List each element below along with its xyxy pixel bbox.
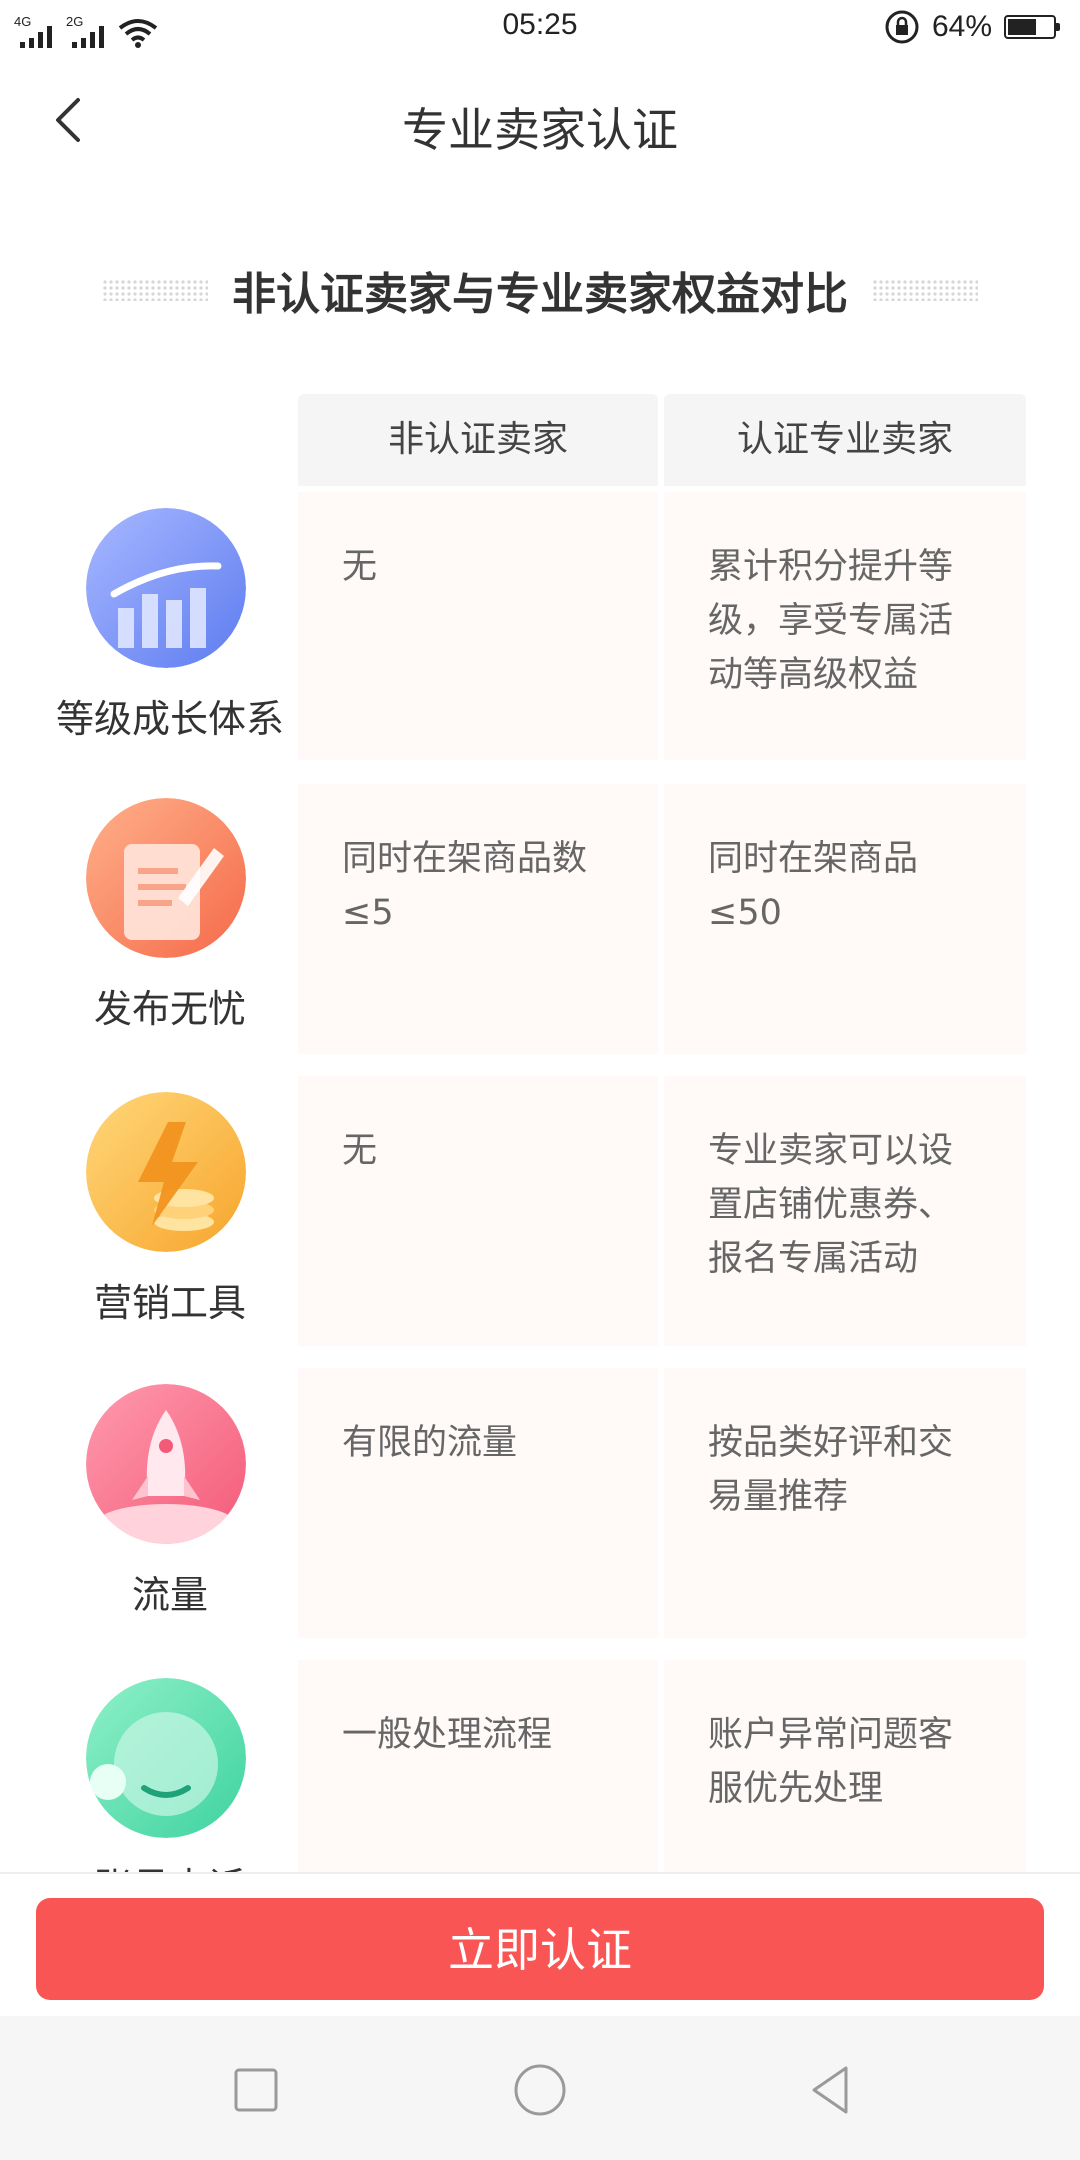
page-title: 专业卖家认证 (402, 103, 678, 157)
section-title: 非认证卖家与专业卖家权益对比 (232, 269, 848, 320)
status-right: 64% (884, 8, 1060, 46)
lightning-coins-icon (86, 1092, 246, 1252)
status-bar: 4G 2G 05:25 64% (0, 0, 1080, 56)
cell-certified-marketing: 专业卖家可以设置店铺优惠券、报名专属活动 (664, 1076, 1026, 1346)
rocket-icon (86, 1384, 246, 1544)
row-label-growth: 等级成长体系 (55, 697, 284, 741)
decorative-dots-left (102, 279, 208, 301)
row-label-traffic: 流量 (131, 1573, 208, 1617)
headset-support-icon (86, 1678, 246, 1838)
cell-uncertified-growth: 无 (298, 492, 658, 760)
system-navigation-bar (0, 2016, 1080, 2160)
cell-certified-growth: 累计积分提升等级，享受专属活动等高级权益 (664, 492, 1026, 760)
section-heading: 非认证卖家与专业卖家权益对比 (0, 250, 1080, 330)
app-header: 专业卖家认证 (0, 60, 1080, 180)
rotation-lock-icon (885, 10, 919, 44)
column-header-certified: 认证专业卖家 (664, 394, 1026, 486)
growth-chart-icon (86, 508, 246, 668)
cell-certified-traffic: 按品类好评和交易量推荐 (664, 1368, 1026, 1638)
row-label-marketing: 营销工具 (93, 1281, 246, 1325)
battery-icon (1004, 15, 1060, 39)
column-header-uncertified: 非认证卖家 (298, 394, 658, 486)
certify-now-button[interactable]: 立即认证 (36, 1898, 1044, 2000)
recent-apps-icon[interactable] (226, 2060, 286, 2120)
cell-uncertified-appeal: 一般处理流程 (298, 1660, 658, 1872)
document-pen-icon (86, 798, 246, 958)
decorative-dots-right (872, 279, 978, 301)
row-label-publish: 发布无忧 (93, 987, 246, 1031)
cell-certified-appeal: 账户异常问题客服优先处理 (664, 1660, 1026, 1872)
cell-uncertified-traffic: 有限的流量 (298, 1368, 658, 1638)
battery-percentage: 64% (931, 10, 992, 43)
cell-uncertified-marketing: 无 (298, 1076, 658, 1346)
cell-uncertified-publish: 同时在架商品数≤5 (298, 784, 658, 1054)
cell-certified-publish: 同时在架商品≤50 (664, 784, 1026, 1054)
home-icon[interactable] (510, 2060, 570, 2120)
back-triangle-icon[interactable] (800, 2060, 860, 2120)
